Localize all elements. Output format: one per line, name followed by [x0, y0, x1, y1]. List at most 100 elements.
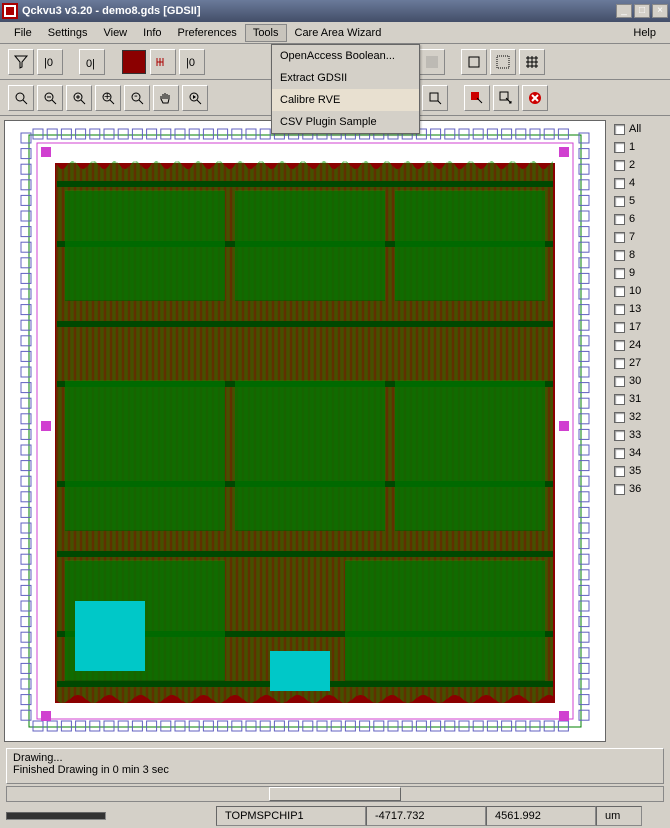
layer-label: 5	[629, 195, 635, 207]
pattern-grid-button[interactable]	[519, 49, 545, 75]
select-arrow-button[interactable]	[493, 85, 519, 111]
menu-settings[interactable]: Settings	[40, 24, 96, 42]
layer-label: 2	[629, 159, 635, 171]
layer-row[interactable]: 34	[612, 444, 668, 462]
rect-outline-button[interactable]	[461, 49, 487, 75]
layer-label: 17	[629, 321, 641, 333]
layer-label: 4	[629, 177, 635, 189]
checkbox-icon[interactable]	[614, 484, 625, 495]
pattern-dense-button[interactable]	[490, 49, 516, 75]
select-red-icon	[469, 90, 485, 106]
checkbox-icon[interactable]	[614, 196, 625, 207]
checkbox-icon[interactable]	[614, 466, 625, 477]
close-button[interactable]: ×	[652, 4, 668, 18]
zero-small-button[interactable]: |0	[37, 49, 63, 75]
app-icon	[2, 3, 18, 19]
checkbox-icon[interactable]	[614, 160, 625, 171]
select-red-button[interactable]	[464, 85, 490, 111]
checkbox-icon[interactable]	[614, 124, 625, 135]
rect-outline-icon	[466, 54, 482, 70]
checkbox-icon[interactable]	[614, 358, 625, 369]
pattern-button[interactable]	[419, 49, 445, 75]
layer-label: 1	[629, 141, 635, 153]
layer-row[interactable]: 1	[612, 138, 668, 156]
zoom-in-button[interactable]	[66, 85, 92, 111]
zero-large-button[interactable]: 0|	[79, 49, 105, 75]
zoom-fit-button[interactable]	[8, 85, 34, 111]
magnifier-plus-icon	[71, 90, 87, 106]
menu-file[interactable]: File	[6, 24, 40, 42]
dropdown-csv-plugin[interactable]: CSV Plugin Sample	[272, 111, 419, 133]
layer-row[interactable]: 30	[612, 372, 668, 390]
checkbox-icon[interactable]	[614, 340, 625, 351]
color-swatch-icon	[122, 50, 146, 74]
menu-help[interactable]: Help	[625, 24, 664, 42]
menu-info[interactable]: Info	[135, 24, 169, 42]
checkbox-icon[interactable]	[614, 394, 625, 405]
zoom-minus-button[interactable]: -	[124, 85, 150, 111]
layer-row[interactable]: 33	[612, 426, 668, 444]
layer-label: 27	[629, 357, 641, 369]
zoom-prev-button[interactable]	[182, 85, 208, 111]
scroll-thumb[interactable]	[269, 787, 400, 801]
dropdown-extract-gdsii[interactable]: Extract GDSII	[272, 67, 419, 89]
zoom-out-button[interactable]	[37, 85, 63, 111]
pattern-icon	[424, 54, 440, 70]
minimize-button[interactable]: _	[616, 4, 632, 18]
footer-coord-y: 4561.992	[486, 806, 596, 826]
ruler-button[interactable]	[150, 49, 176, 75]
close-red-button[interactable]	[522, 85, 548, 111]
status-bar: Drawing... Finished Drawing in 0 min 3 s…	[6, 748, 664, 784]
checkbox-icon[interactable]	[614, 448, 625, 459]
menu-view[interactable]: View	[95, 24, 135, 42]
footer-cell-name: TOPMSPCHIP1	[216, 806, 366, 826]
layer-row[interactable]: 32	[612, 408, 668, 426]
crop-button[interactable]	[422, 85, 448, 111]
checkbox-icon[interactable]	[614, 250, 625, 261]
zoom-plus-button[interactable]: +	[95, 85, 121, 111]
checkbox-icon[interactable]	[614, 376, 625, 387]
menu-tools[interactable]: Tools	[245, 24, 287, 42]
svg-text:0|: 0|	[86, 58, 95, 70]
dropdown-openaccess[interactable]: OpenAccess Boolean...	[272, 45, 419, 67]
checkbox-icon[interactable]	[614, 214, 625, 225]
layer-row[interactable]: 35	[612, 462, 668, 480]
scrollbar-horizontal[interactable]	[6, 786, 664, 802]
checkbox-icon[interactable]	[614, 322, 625, 333]
checkbox-icon[interactable]	[614, 304, 625, 315]
pan-button[interactable]	[153, 85, 179, 111]
layer-row[interactable]: 9	[612, 264, 668, 282]
layer-row[interactable]: 36	[612, 480, 668, 498]
menu-preferences[interactable]: Preferences	[170, 24, 245, 42]
maximize-button[interactable]: □	[634, 4, 650, 18]
color-swatch-button[interactable]	[121, 49, 147, 75]
checkbox-icon[interactable]	[614, 286, 625, 297]
layout-canvas[interactable]	[4, 120, 606, 742]
layer-row[interactable]: 6	[612, 210, 668, 228]
checkbox-icon[interactable]	[614, 142, 625, 153]
layer-row[interactable]: 8	[612, 246, 668, 264]
layer-row[interactable]: 17	[612, 318, 668, 336]
layer-row[interactable]: 13	[612, 300, 668, 318]
layer-all-row[interactable]: All	[612, 120, 668, 138]
layer-row[interactable]: 4	[612, 174, 668, 192]
dropdown-calibre-rve[interactable]: Calibre RVE	[272, 89, 419, 111]
layer-row[interactable]: 5	[612, 192, 668, 210]
layer-row[interactable]: 27	[612, 354, 668, 372]
magnifier-plus2-icon: +	[100, 90, 116, 106]
layer-label: 36	[629, 483, 641, 495]
filter-button[interactable]	[8, 49, 34, 75]
menu-care-area-wizard[interactable]: Care Area Wizard	[287, 24, 390, 42]
pipe-zero-button[interactable]: |0	[179, 49, 205, 75]
layer-row[interactable]: 24	[612, 336, 668, 354]
checkbox-icon[interactable]	[614, 178, 625, 189]
checkbox-icon[interactable]	[614, 232, 625, 243]
layer-label: 34	[629, 447, 641, 459]
checkbox-icon[interactable]	[614, 268, 625, 279]
layer-row[interactable]: 7	[612, 228, 668, 246]
layer-row[interactable]: 31	[612, 390, 668, 408]
layer-row[interactable]: 2	[612, 156, 668, 174]
layer-row[interactable]: 10	[612, 282, 668, 300]
checkbox-icon[interactable]	[614, 430, 625, 441]
checkbox-icon[interactable]	[614, 412, 625, 423]
